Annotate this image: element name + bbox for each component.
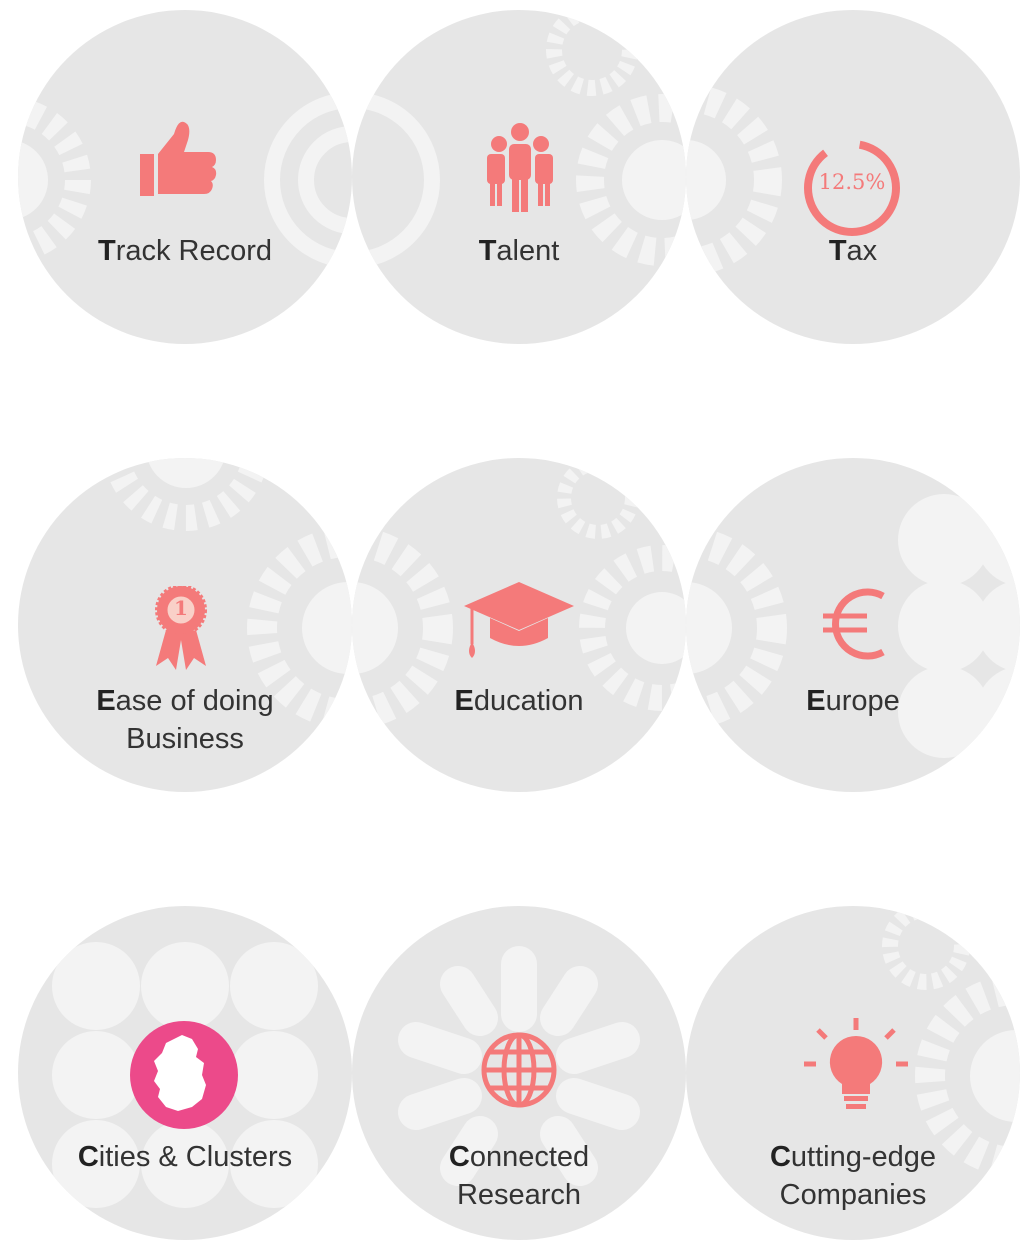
thumbs-up-icon: [140, 121, 217, 196]
item-cutting-edge-companies: Cutting-edge Companies: [686, 906, 1020, 1240]
lightbulb-icon: [804, 1018, 908, 1109]
item-label: Cities & Clusters: [77, 1141, 293, 1173]
item-education: Education: [352, 458, 686, 792]
tax-rate-text: 12.5%: [818, 170, 886, 194]
graduation-cap-icon: [464, 582, 574, 658]
item-label: Ease of doing Business: [96, 685, 274, 755]
globe-icon: [481, 1032, 557, 1108]
item-ease-of-doing-business: 1 Ease of doing Business: [18, 458, 352, 792]
award-number: 1: [174, 596, 188, 620]
item-label: Connected Research: [448, 1141, 590, 1211]
item-label: Cutting-edge Companies: [769, 1141, 937, 1211]
people-group-icon: [487, 123, 553, 212]
item-europe: Europe: [686, 458, 1020, 792]
item-label: Tax: [828, 235, 878, 267]
item-talent: Talent: [352, 10, 686, 344]
item-label: Track Record: [97, 235, 273, 267]
item-label: Talent: [478, 235, 560, 267]
item-connected-research: Connected Research: [352, 906, 686, 1240]
ireland-map-icon: [130, 1021, 238, 1129]
item-label: Europe: [806, 685, 900, 717]
euro-icon: [823, 588, 885, 660]
item-tax: 12.5% Tax: [686, 10, 1020, 344]
item-track-record: Track Record: [18, 10, 352, 344]
item-label: Education: [454, 685, 584, 717]
item-cities-clusters: Cities & Clusters: [18, 906, 352, 1240]
